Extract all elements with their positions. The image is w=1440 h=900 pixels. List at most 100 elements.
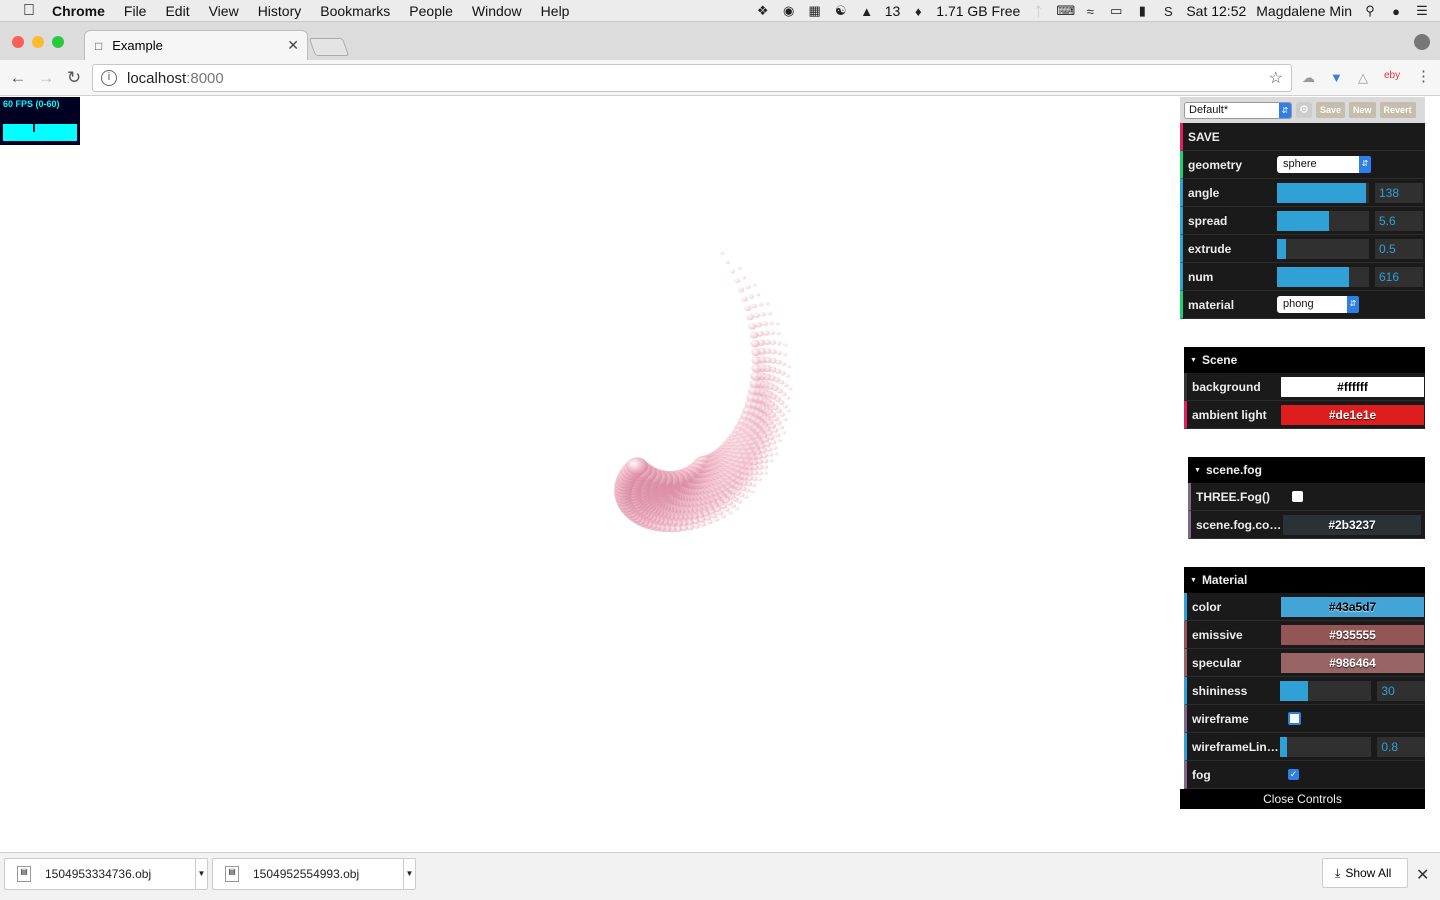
window-zoom-button[interactable]	[52, 36, 64, 48]
bookmark-star-icon[interactable]: ☆	[1269, 68, 1283, 88]
num-input[interactable]: 616	[1375, 266, 1423, 287]
material-select[interactable]: phong ⇵	[1277, 296, 1359, 313]
background-color-input[interactable]: #ffffff	[1281, 376, 1424, 397]
extrude-input[interactable]: 0.5	[1375, 238, 1423, 259]
wireframe-checkbox[interactable]	[1288, 712, 1301, 725]
fps-stats-panel[interactable]: 60 FPS (0-60)	[0, 97, 80, 145]
close-controls-button[interactable]: Close Controls	[1180, 789, 1425, 809]
forward-arrow-icon[interactable]: →	[36, 68, 56, 88]
clock[interactable]: Sat 12:52	[1186, 3, 1246, 19]
menu-people[interactable]: People	[409, 3, 453, 19]
cloud-extension-icon[interactable]: ☁	[1302, 70, 1315, 86]
address-bar[interactable]: i localhost:8000 ☆	[92, 64, 1292, 92]
preset-select[interactable]: Default* ⇵	[1184, 101, 1292, 119]
angle-input[interactable]: 138	[1375, 182, 1423, 203]
save-function-row[interactable]: SAVE	[1180, 123, 1425, 151]
menu-help[interactable]: Help	[541, 3, 570, 19]
ebay-extension-icon[interactable]: eby	[1384, 70, 1400, 81]
sphere-bead	[762, 458, 769, 464]
fog-color-input[interactable]: #2b3237	[1283, 514, 1421, 535]
drive-extension-icon[interactable]: △	[1358, 70, 1368, 86]
specular-color-input[interactable]: #986464	[1281, 652, 1424, 673]
adobe-icon[interactable]: ▲	[859, 4, 875, 19]
new-tab-button[interactable]	[308, 38, 350, 56]
sphere-bead	[738, 492, 745, 498]
shininess-input[interactable]: 30	[1377, 680, 1425, 701]
sphere-bead	[699, 521, 707, 527]
spread-input[interactable]: 5.6	[1375, 210, 1423, 231]
evernote-icon[interactable]: ♦	[910, 4, 926, 19]
apple-menu-icon[interactable]: 	[20, 2, 38, 20]
profile-avatar-icon[interactable]	[1414, 34, 1430, 50]
menu-window[interactable]: Window	[472, 3, 522, 19]
dropbox-icon[interactable]: ❖	[755, 3, 771, 19]
s-app-icon[interactable]: S	[1160, 4, 1176, 19]
notification-center-icon[interactable]: ☰	[1414, 3, 1430, 19]
wechat-icon[interactable]: ☯	[833, 3, 849, 19]
window-minimize-button[interactable]	[32, 36, 44, 48]
show-all-downloads-button[interactable]: ⤓ Show All	[1322, 858, 1408, 888]
material-folder-title[interactable]: ▼ Material	[1184, 567, 1425, 593]
material-color-input[interactable]: #43a5d7	[1281, 596, 1424, 617]
reload-icon[interactable]: ↻	[64, 68, 84, 88]
window-close-button[interactable]	[12, 36, 24, 48]
site-info-icon[interactable]: i	[101, 70, 117, 86]
gear-icon[interactable]: ⚙	[1296, 102, 1312, 118]
grid-app-icon[interactable]: ▦	[807, 3, 823, 19]
angle-slider[interactable]	[1277, 182, 1369, 203]
menu-view[interactable]: View	[209, 3, 239, 19]
microphone-icon[interactable]: ◉	[781, 3, 797, 19]
chrome-menu-icon[interactable]: ⋮	[1416, 67, 1431, 85]
keyboard-icon[interactable]: ⌨	[1056, 3, 1075, 19]
num-slider[interactable]	[1277, 266, 1369, 287]
user-name[interactable]: Magdalene Min	[1256, 3, 1352, 19]
menu-edit[interactable]: Edit	[165, 3, 189, 19]
download-menu-chevron-icon[interactable]: ▼	[195, 859, 207, 889]
emissive-color-input[interactable]: #935555	[1281, 624, 1424, 645]
sphere-bead	[737, 499, 743, 504]
back-arrow-icon[interactable]: ←	[8, 68, 28, 88]
spread-slider[interactable]	[1277, 210, 1369, 231]
ambient-light-color-input[interactable]: #de1e1e	[1281, 404, 1424, 425]
three-js-canvas[interactable]	[400, 197, 820, 597]
emissive-row: emissive #935555	[1184, 621, 1425, 649]
wireframe-label: wireframe	[1192, 711, 1249, 726]
pocket-extension-icon[interactable]: ▼	[1330, 70, 1343, 85]
memory-free[interactable]: 1.71 GB Free	[936, 3, 1020, 19]
airplay-icon[interactable]: ▭	[1108, 3, 1124, 19]
tab-example[interactable]: □ Example ✕	[84, 30, 308, 60]
file-icon: ▤	[17, 866, 31, 882]
download-item[interactable]: ▤ 1504953334736.obj ▼	[4, 858, 208, 890]
geometry-select[interactable]: sphere ⇵	[1277, 156, 1371, 173]
menu-bookmarks[interactable]: Bookmarks	[320, 3, 390, 19]
menu-history[interactable]: History	[258, 3, 302, 19]
siri-icon[interactable]: ●	[1388, 4, 1404, 19]
bluetooth-icon[interactable]: ᛏ	[1030, 4, 1046, 19]
download-item[interactable]: ▤ 1504952554993.obj ▼	[212, 858, 416, 890]
spotlight-search-icon[interactable]: ⚲	[1362, 3, 1378, 19]
material-fog-checkbox[interactable]: ✓	[1288, 769, 1299, 780]
material-label: material	[1188, 297, 1235, 312]
shininess-slider[interactable]	[1280, 680, 1372, 701]
sphere-bead	[775, 420, 782, 426]
sphere-bead	[755, 321, 763, 328]
extrude-label: extrude	[1188, 241, 1232, 256]
extrude-slider[interactable]	[1277, 238, 1369, 259]
new-preset-button[interactable]: New	[1349, 102, 1376, 118]
menu-file[interactable]: File	[124, 3, 147, 19]
close-shelf-icon[interactable]: ✕	[1416, 865, 1429, 885]
sphere-bead	[751, 469, 759, 476]
save-preset-button[interactable]: Save	[1316, 102, 1346, 118]
download-menu-chevron-icon[interactable]: ▼	[403, 859, 415, 889]
tab-close-icon[interactable]: ✕	[287, 37, 299, 54]
scene-folder-title[interactable]: ▼ Scene	[1184, 347, 1425, 373]
three-fog-checkbox[interactable]	[1292, 491, 1303, 502]
wireframe-linewidth-input[interactable]: 0.8	[1377, 736, 1425, 757]
wifi-icon[interactable]: ≈	[1082, 4, 1098, 19]
revert-preset-button[interactable]: Revert	[1379, 102, 1416, 118]
fog-toggle-row: fog ✓	[1184, 761, 1425, 789]
fog-folder-title[interactable]: ▼ scene.fog	[1188, 457, 1425, 483]
wireframe-linewidth-slider[interactable]	[1280, 736, 1372, 757]
menu-app-name[interactable]: Chrome	[52, 3, 105, 19]
battery-icon[interactable]: ▮	[1134, 3, 1150, 19]
